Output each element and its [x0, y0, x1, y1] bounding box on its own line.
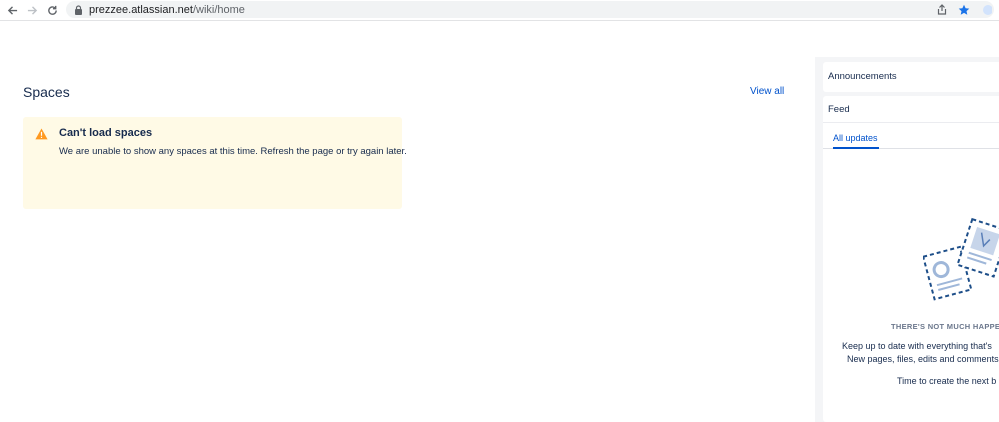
back-icon[interactable] — [4, 2, 20, 18]
announcements-card[interactable]: Announcements — [823, 62, 999, 92]
tab-all-updates[interactable]: All updates — [833, 133, 878, 143]
view-all-link[interactable]: View all — [750, 86, 784, 97]
feed-card: Feed All updates THERE'S NOT MUCH HAPPEN… — [823, 96, 999, 422]
spaces-heading: Spaces — [23, 84, 70, 100]
empty-feed-line-3: Time to create the next b — [897, 376, 997, 386]
share-icon[interactable] — [934, 2, 950, 18]
address-actions — [934, 1, 994, 18]
tab-active-indicator — [833, 147, 879, 149]
browser-toolbar: prezzee.atlassian.net/wiki/home — [0, 0, 999, 21]
empty-feed-line-2: New pages, files, edits and comments — [847, 354, 999, 364]
url-path: /wiki/home — [192, 3, 245, 16]
warning-icon — [35, 127, 49, 141]
right-sidebar: Announcements Feed All updates THERE'S N… — [815, 57, 999, 422]
feed-title: Feed — [828, 104, 850, 115]
empty-feed-heading: THERE'S NOT MUCH HAPPEN — [891, 322, 999, 331]
empty-feed-illustration-icon — [921, 216, 999, 306]
feed-divider — [823, 122, 999, 123]
reload-icon[interactable] — [44, 2, 60, 18]
extension-icon[interactable] — [978, 2, 994, 18]
warning-title: Can't load spaces — [59, 127, 153, 139]
warning-banner: Can't load spaces We are unable to show … — [23, 117, 407, 209]
announcements-title: Announcements — [828, 71, 897, 82]
address-bar[interactable]: prezzee.atlassian.net/wiki/home — [66, 1, 994, 18]
url-text: prezzee.atlassian.net/wiki/home — [89, 4, 245, 16]
warning-message: We are unable to show any spaces at this… — [59, 146, 407, 157]
url-host: prezzee.atlassian.net — [89, 3, 193, 16]
lock-icon[interactable] — [72, 4, 84, 16]
star-icon[interactable] — [956, 2, 972, 18]
empty-feed-line-1: Keep up to date with everything that's — [842, 341, 992, 351]
forward-icon[interactable] — [24, 2, 40, 18]
